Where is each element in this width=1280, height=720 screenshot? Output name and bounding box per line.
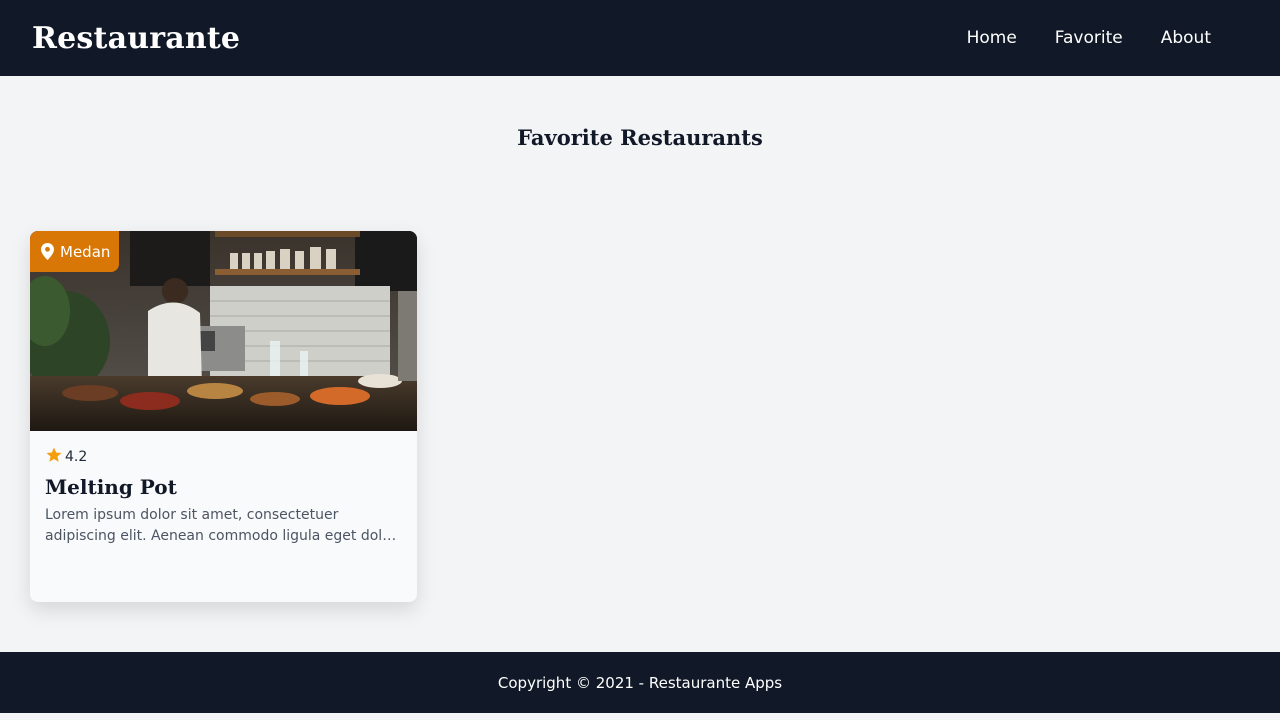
card-body: 4.2 Melting Pot Lorem ipsum dolor sit am… (30, 431, 417, 547)
city-name: Medan (60, 242, 111, 261)
nav-link-favorite[interactable]: Favorite (1036, 20, 1142, 56)
site-footer: Copyright © 2021 - Restaurante Apps (0, 652, 1280, 713)
brand-logo[interactable]: Restaurante (32, 21, 240, 56)
star-icon (45, 446, 63, 468)
site-header: Restaurante Home Favorite About (0, 0, 1280, 76)
restaurant-description: Lorem ipsum dolor sit amet, consectetuer… (45, 507, 400, 544)
copyright-text: Copyright © 2021 - Restaurante Apps (497, 673, 783, 692)
page-title: Favorite Restaurants (517, 125, 763, 150)
rating: 4.2 (45, 447, 402, 467)
nav-link-home[interactable]: Home (948, 20, 1036, 56)
restaurant-card[interactable]: Medan 4.2 Melting Pot Lorem ipsum dolor … (30, 231, 417, 602)
map-pin-icon (41, 243, 54, 260)
restaurant-name[interactable]: Melting Pot (45, 475, 402, 499)
restaurant-image[interactable]: Medan (30, 231, 417, 431)
city-badge: Medan (30, 231, 120, 272)
nav-link-about[interactable]: About (1142, 20, 1230, 56)
rating-value: 4.2 (65, 449, 88, 465)
main-nav: Home Favorite About (948, 20, 1230, 56)
